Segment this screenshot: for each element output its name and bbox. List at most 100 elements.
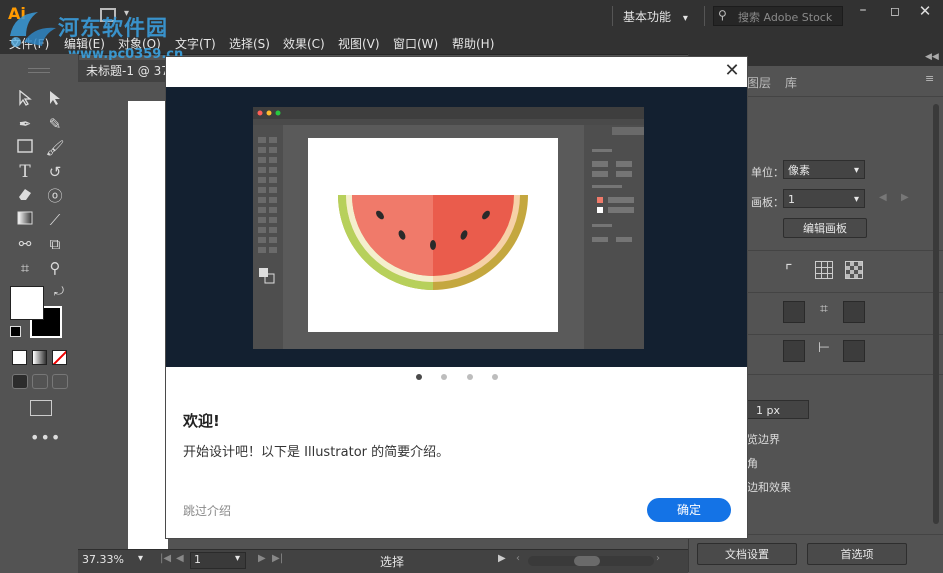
none-mode-icon[interactable]	[52, 350, 67, 365]
shape-builder-tool-icon[interactable]: ⧉	[44, 234, 66, 254]
prev-artboard-icon[interactable]: ◀	[879, 192, 887, 203]
status-menu-icon[interactable]: ▶	[498, 553, 506, 564]
chevron-down-icon: ▾	[853, 194, 859, 205]
paintbrush-tool-icon[interactable]: 🖌	[44, 138, 66, 158]
lasso-tool-icon[interactable]: ⓞ	[44, 186, 66, 206]
document-tab[interactable]: 未标题-1 @ 37	[78, 60, 168, 82]
next-artboard-icon[interactable]: ▶	[901, 192, 909, 203]
smart-guides-icon[interactable]: ⌗	[813, 301, 835, 323]
scrollbar-thumb[interactable]	[574, 556, 600, 566]
preferences-button[interactable]: 首选项	[807, 543, 907, 565]
type-tool-icon[interactable]: T	[14, 162, 36, 182]
status-bar: 37.33% ▾ |◀ ◀ 1 ▾ ▶ ▶| 选择 ▶ ‹ ›	[78, 549, 688, 573]
snap-pixel-icon[interactable]	[783, 340, 805, 362]
blend-tool-icon[interactable]: ⚯	[14, 234, 36, 254]
artboard[interactable]	[128, 101, 168, 551]
tab-libraries[interactable]: 库	[785, 74, 797, 91]
align-to-pixel-icon[interactable]	[843, 340, 865, 362]
units-label: 单位：	[751, 166, 784, 179]
rulers-icon[interactable]: ⌜	[785, 261, 805, 281]
menu-view[interactable]: 视图(V)	[338, 35, 380, 52]
workspace-switcher[interactable]: 基本功能 ▾	[623, 8, 688, 25]
zoom-select[interactable]: 37.33% ▾	[82, 553, 148, 570]
artboard-number: 1	[194, 553, 201, 566]
tab-layers[interactable]: 图层	[747, 74, 771, 91]
rotate-tool-icon[interactable]: ↺	[44, 162, 66, 182]
zoom-value: 37.33%	[82, 553, 124, 566]
document-setup-button[interactable]: 文档设置	[697, 543, 797, 565]
artboard-tool-icon[interactable]: ⌗	[14, 258, 36, 278]
collapse-panel-icon[interactable]: ◀◀	[925, 52, 939, 62]
keyboard-increment-field[interactable]: 1 px	[747, 400, 809, 419]
eraser-tool-icon[interactable]	[14, 186, 36, 206]
color-mode-icon[interactable]	[12, 350, 27, 365]
scale-corners-label[interactable]: 角	[747, 455, 758, 471]
curvature-tool-icon[interactable]: ✎	[44, 114, 66, 134]
gradient-mode-icon[interactable]	[32, 350, 47, 365]
carousel-dot-4[interactable]	[492, 374, 498, 380]
next-artboard-icon[interactable]: ▶	[258, 553, 266, 564]
rectangle-tool-icon[interactable]	[14, 138, 36, 158]
artboard-number-select[interactable]: 1 ▾	[190, 552, 246, 569]
snap-to-point-icon[interactable]	[843, 301, 865, 323]
close-icon[interactable]: ✕	[722, 62, 742, 82]
skip-intro-link[interactable]: 跳过介绍	[183, 502, 231, 519]
menu-select[interactable]: 选择(S)	[229, 35, 270, 52]
welcome-title: 欢迎!	[183, 412, 220, 430]
maximize-button[interactable]: ◻	[884, 4, 906, 20]
panel-grip[interactable]	[28, 68, 50, 73]
draw-behind-icon[interactable]	[32, 374, 48, 389]
minimize-button[interactable]: –	[852, 3, 874, 20]
scroll-left-icon[interactable]: ‹	[516, 553, 520, 564]
draw-inside-icon[interactable]	[52, 374, 68, 389]
gradient-tool-icon[interactable]	[14, 210, 36, 230]
prev-artboard-icon[interactable]: ◀	[176, 553, 184, 564]
keyboard-increment-value: 1 px	[756, 404, 780, 417]
default-colors-icon[interactable]	[10, 326, 21, 337]
carousel-dot-3[interactable]	[467, 374, 473, 380]
carousel-dot-1[interactable]	[416, 374, 422, 380]
pen-tool-icon[interactable]: ✒	[14, 114, 36, 134]
search-icon: ⚲	[718, 8, 727, 22]
screen-mode-icon[interactable]	[30, 400, 52, 416]
artboard-label: 画板：	[751, 196, 784, 209]
close-window-button[interactable]: ✕	[914, 2, 936, 20]
menu-effect[interactable]: 效果(C)	[283, 35, 325, 52]
vertical-scrollbar[interactable]	[933, 104, 939, 524]
snap-glyph-icon[interactable]: ⊢	[813, 340, 835, 362]
units-select[interactable]: 像素 ▾	[783, 160, 865, 179]
grid-icon[interactable]	[815, 261, 833, 279]
scale-strokes-effects-label[interactable]: 边和效果	[747, 479, 791, 495]
artboard-select[interactable]: 1 ▾	[783, 189, 865, 208]
separator	[704, 6, 705, 26]
chevron-down-icon: ▾	[235, 553, 241, 564]
carousel-dot-2[interactable]	[441, 374, 447, 380]
use-preview-bounds-label[interactable]: 览边界	[747, 431, 780, 447]
artboard-value: 1	[788, 193, 795, 206]
stock-search-input[interactable]: ⚲ 搜索 Adobe Stock	[713, 6, 843, 26]
fill-swatch[interactable]	[10, 286, 44, 320]
chevron-down-icon: ▾	[138, 553, 144, 564]
last-artboard-icon[interactable]: ▶|	[272, 553, 283, 564]
separator	[612, 6, 613, 26]
menu-window[interactable]: 窗口(W)	[393, 35, 438, 52]
edit-artboard-button[interactable]: 编辑画板	[783, 218, 867, 238]
watermark-logo	[10, 12, 56, 47]
ok-button[interactable]: 确定	[647, 498, 731, 522]
horizontal-scrollbar[interactable]	[528, 556, 654, 566]
direct-selection-tool-icon[interactable]	[44, 90, 66, 110]
current-tool-label: 选择	[380, 555, 405, 569]
draw-normal-icon[interactable]	[12, 374, 28, 389]
guides-icon[interactable]	[783, 301, 805, 323]
zoom-tool-icon[interactable]: ⚲	[44, 258, 66, 278]
swap-fill-stroke-icon[interactable]: ⤾	[54, 284, 64, 299]
panel-menu-icon[interactable]: ≡	[925, 72, 934, 85]
tools-panel: ✒ ✎ 🖌 T ↺ ⓞ ⟋ ⚯ ⧉ ⌗ ⚲ ⤾ •••	[0, 54, 79, 572]
first-artboard-icon[interactable]: |◀	[160, 553, 171, 564]
transparency-grid-icon[interactable]	[845, 261, 863, 279]
eyedropper-tool-icon[interactable]: ⟋	[44, 210, 66, 230]
selection-tool-icon[interactable]	[14, 89, 36, 110]
menu-help[interactable]: 帮助(H)	[452, 35, 494, 52]
scroll-right-icon[interactable]: ›	[656, 553, 660, 564]
more-tools-icon[interactable]: •••	[30, 428, 61, 447]
